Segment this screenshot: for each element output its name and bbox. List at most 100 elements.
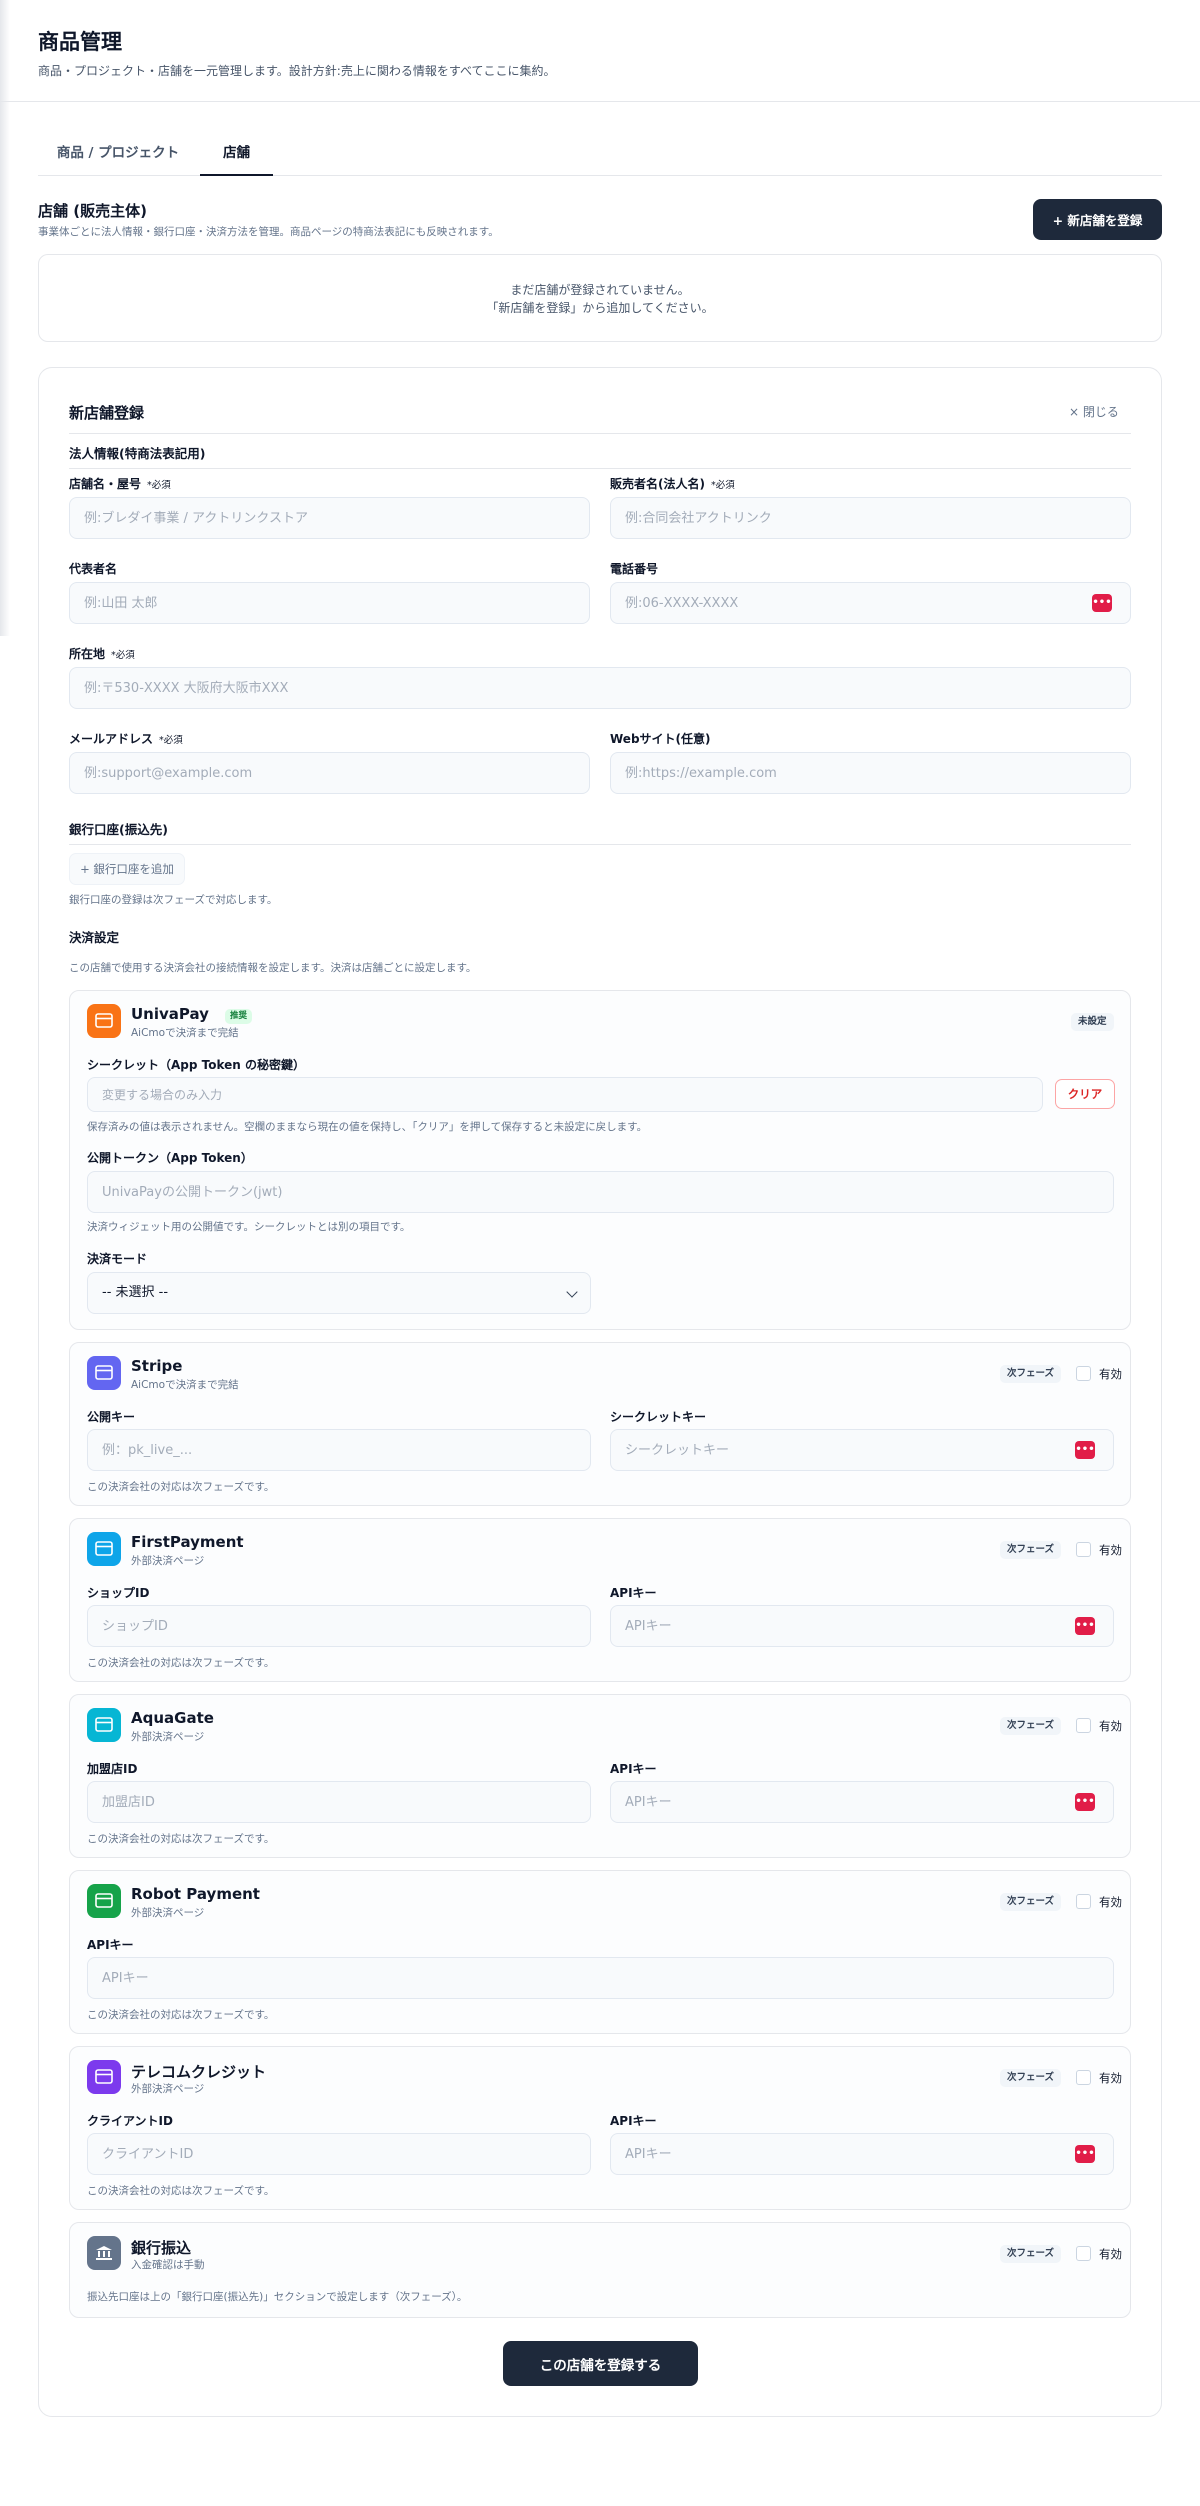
robot-payment-subtitle: 外部決済ページ [131, 1907, 205, 1919]
telecom-credit-name: テレコムクレジット [131, 2063, 267, 2081]
univapay-name: UnivaPay [131, 1005, 209, 1023]
email-label-text: メールアドレス [69, 732, 154, 746]
next-phase-badge: 次フェーズ [1000, 2069, 1062, 2087]
enable-checkbox[interactable] [1076, 1718, 1091, 1733]
firstpayment-card: FirstPayment 外部決済ページ 次フェーズ 有効 ショップID API… [69, 1518, 1131, 1682]
store-name-input[interactable] [69, 497, 590, 539]
next-phase-badge: 次フェーズ [1000, 1893, 1062, 1911]
stripe-name: Stripe [131, 1357, 183, 1375]
password-dots-icon[interactable]: ••• [1075, 2145, 1095, 2163]
enable-label: 有効 [1099, 2247, 1122, 2261]
aquagate-subtitle: 外部決済ページ [131, 1731, 205, 1743]
enable-label: 有効 [1099, 1367, 1122, 1381]
seller-name-input[interactable] [610, 497, 1131, 539]
next-phase-badge: 次フェーズ [1000, 2245, 1062, 2263]
register-store-button[interactable]: この店舗を登録する [503, 2341, 698, 2386]
enable-checkbox[interactable] [1076, 1894, 1091, 1909]
section-title: 店舗 (販売主体) [38, 202, 147, 220]
status-badge: 未設定 [1071, 1013, 1114, 1031]
enable-checkbox[interactable] [1076, 2246, 1091, 2261]
credit-card-icon [87, 1004, 121, 1038]
api-key-input[interactable] [610, 1605, 1114, 1647]
phase-note: この決済会社の対応は次フェーズです。 [87, 1657, 275, 1669]
telecom-credit-card: テレコムクレジット 外部決済ページ 次フェーズ 有効 クライアントID APIキ… [69, 2046, 1131, 2210]
email-label: メールアドレス *必須 [69, 730, 183, 747]
close-button[interactable]: × 閉じる [1069, 403, 1119, 420]
seller-name-label-text: 販売者名(法人名) [610, 477, 705, 491]
merchant-id-label: 加盟店ID [87, 1762, 138, 1776]
corp-info-heading: 法人情報(特商法表記用) [69, 443, 1131, 469]
new-store-button[interactable]: + 新店舗を登録 [1033, 199, 1162, 240]
credit-card-icon [87, 1356, 121, 1390]
website-input[interactable] [610, 752, 1131, 794]
stripe-secret-key-input[interactable] [610, 1429, 1114, 1471]
email-input[interactable] [69, 752, 590, 794]
password-dots-icon[interactable]: ••• [1075, 1793, 1095, 1811]
website-label: Webサイト(任意) [610, 732, 711, 746]
api-key-label: APIキー [610, 2114, 657, 2128]
enable-label: 有効 [1099, 1895, 1122, 1909]
enable-checkbox[interactable] [1076, 1542, 1091, 1557]
payment-mode-value: -- 未選択 -- [102, 1285, 169, 1300]
aquagate-name: AquaGate [131, 1709, 214, 1727]
api-key-label: APIキー [610, 1586, 657, 1600]
representative-input[interactable] [69, 582, 590, 624]
api-key-label: APIキー [610, 1762, 657, 1776]
store-name-label-text: 店舗名・屋号 [69, 477, 142, 491]
add-bank-account-button[interactable]: + 銀行口座を追加 [69, 853, 185, 885]
secret-label: シークレット（App Token の秘密鍵） [87, 1058, 305, 1072]
password-dots-icon[interactable]: ••• [1092, 594, 1112, 612]
phone-input[interactable] [610, 582, 1131, 624]
divider [69, 433, 1131, 434]
stripe-public-key-label: 公開キー [87, 1410, 136, 1424]
password-dots-icon[interactable]: ••• [1075, 1617, 1095, 1635]
page-header: 商品管理 商品・プロジェクト・店舗を一元管理します。設計方針:売上に関わる情報を… [0, 0, 1200, 102]
required-mark: *必須 [147, 480, 171, 491]
page-subtitle: 商品・プロジェクト・店舗を一元管理します。設計方針:売上に関わる情報をすべてここ… [38, 64, 556, 78]
phase-note: この決済会社の対応は次フェーズです。 [87, 2009, 275, 2021]
client-id-input[interactable] [87, 2133, 591, 2175]
public-token-input[interactable] [87, 1171, 1114, 1213]
credit-card-icon [87, 1884, 121, 1918]
bank-transfer-note: 振込先口座は上の「銀行口座(振込先)」セクションで設定します（次フェーズ）。 [87, 2291, 468, 2303]
phone-label: 電話番号 [610, 562, 659, 576]
address-input[interactable] [69, 667, 1131, 709]
shop-id-input[interactable] [87, 1605, 591, 1647]
api-key-input[interactable] [610, 1781, 1114, 1823]
representative-label: 代表者名 [69, 562, 118, 576]
address-label-text: 所在地 [69, 647, 106, 661]
bank-transfer-name: 銀行振込 [131, 2239, 192, 2257]
form-title: 新店舗登録 [69, 404, 145, 422]
enable-checkbox[interactable] [1076, 1366, 1091, 1381]
tab-products[interactable]: 商品 / プロジェクト [38, 138, 198, 176]
api-key-input[interactable] [610, 2133, 1114, 2175]
tab-stores[interactable]: 店舗 [200, 138, 273, 176]
empty-state-line1: まだ店舗が登録されていません。 [510, 283, 690, 297]
empty-state-line2: 「新店舗を登録」から追加してください。 [486, 301, 714, 315]
payment-settings-heading: 決済設定 [69, 930, 120, 945]
password-dots-icon[interactable]: ••• [1075, 1441, 1095, 1459]
clear-secret-button[interactable]: クリア [1055, 1079, 1115, 1109]
api-key-input[interactable] [87, 1957, 1114, 1999]
store-name-label: 店舗名・屋号 *必須 [69, 475, 171, 492]
stripe-public-key-input[interactable] [87, 1429, 591, 1471]
next-phase-badge: 次フェーズ [1000, 1365, 1062, 1383]
merchant-id-input[interactable] [87, 1781, 591, 1823]
univapay-card: UnivaPay 推奨 AiCmoで決済まで完結 未設定 シークレット（App … [69, 990, 1131, 1330]
stripe-subtitle: AiCmoで決済まで完結 [131, 1379, 239, 1391]
secret-input[interactable] [87, 1077, 1043, 1112]
bank-transfer-card: 銀行振込 入金確認は手動 次フェーズ 有効 振込先口座は上の「銀行口座(振込先)… [69, 2222, 1131, 2318]
chevron-down-icon [566, 1286, 578, 1298]
api-key-label: APIキー [87, 1938, 134, 1952]
payment-mode-select[interactable]: -- 未選択 -- [87, 1272, 591, 1314]
enable-label: 有効 [1099, 1719, 1122, 1733]
sidebar-edge-shadow [0, 0, 10, 636]
firstpayment-name: FirstPayment [131, 1533, 244, 1551]
enable-checkbox[interactable] [1076, 2070, 1091, 2085]
required-mark: *必須 [111, 650, 135, 661]
address-label: 所在地 *必須 [69, 645, 135, 662]
robot-payment-card: Robot Payment 外部決済ページ 次フェーズ 有効 APIキー この決… [69, 1870, 1131, 2034]
credit-card-icon [87, 1708, 121, 1742]
payment-settings-description: この店舗で使用する決済会社の接続情報を設定します。決済は店舗ごとに設定します。 [69, 962, 477, 974]
robot-payment-name: Robot Payment [131, 1885, 260, 1903]
